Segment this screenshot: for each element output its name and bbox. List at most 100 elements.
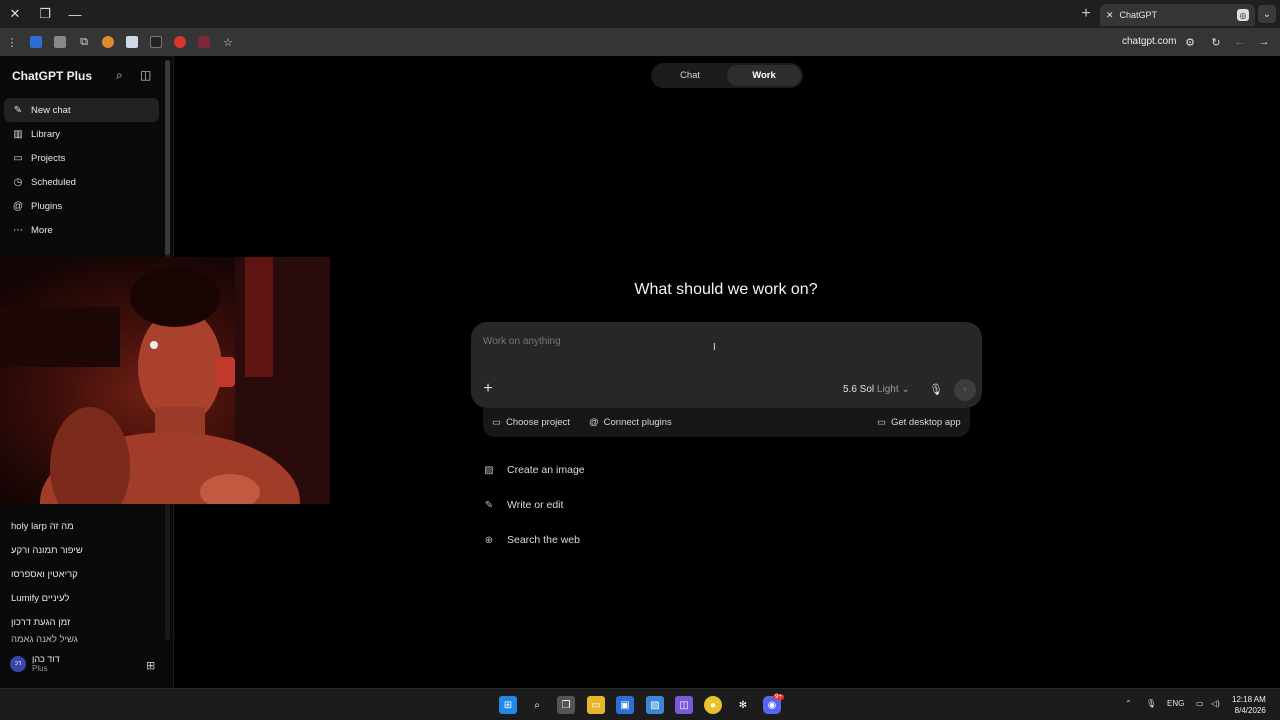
tab-search-icon[interactable]: ⌄	[1258, 5, 1276, 23]
forward-icon[interactable]: →	[1252, 30, 1276, 54]
extension-icon[interactable]	[144, 30, 168, 54]
close-tab-icon[interactable]: ✕	[1106, 10, 1114, 21]
brand-title[interactable]: ChatGPT Plus	[12, 69, 92, 83]
history-item[interactable]: גשיל לאנה גאמה	[11, 634, 161, 646]
edit-icon: ✎	[13, 104, 23, 116]
reload-icon[interactable]: ↻	[1204, 30, 1228, 54]
suggestion-write-edit[interactable]: ✎ Write or edit	[483, 499, 683, 511]
user-name: דוד כהן	[32, 654, 60, 664]
browser-titlebar: ✕ ❐ — + ✕ ChatGPT ◎ ⌄	[0, 0, 1280, 28]
history-item[interactable]: Lumify לעיניים	[11, 586, 161, 610]
search-icon[interactable]: ⌕	[528, 696, 546, 714]
address-bar[interactable]: chatgpt.com	[1122, 36, 1176, 47]
at-icon: @	[589, 417, 599, 428]
history-item[interactable]: קריאטין ואספרסו	[11, 562, 161, 586]
add-attachment-icon[interactable]: +	[481, 380, 495, 398]
chrome-icon[interactable]: ●	[704, 696, 722, 714]
more-icon: ⋯	[13, 224, 23, 236]
extension-icon[interactable]	[192, 30, 216, 54]
history-item[interactable]: זמן הגעת דרכון	[11, 610, 161, 634]
task-view-icon[interactable]: ❐	[557, 696, 575, 714]
chat-history-list: holy larp מה זה שיפור תמונה ורקע קריאטין…	[11, 514, 161, 646]
suggestion-label: Create an image	[507, 464, 585, 476]
avatar: דכ	[10, 655, 26, 672]
sidebar-item-library[interactable]: ▥ Library	[4, 122, 159, 146]
back-icon[interactable]: ←	[1228, 30, 1252, 54]
microphone-icon[interactable]: 🎙	[929, 383, 943, 396]
discord-badge: 9+	[773, 694, 784, 700]
network-icon[interactable]: ▭	[1196, 699, 1204, 708]
tab-work[interactable]: Work	[727, 65, 801, 86]
history-item[interactable]: שיפור תמונה ורקע	[11, 538, 161, 562]
sidebar-item-label: Library	[31, 128, 61, 140]
sidebar-item-more[interactable]: ⋯ More	[4, 218, 159, 242]
photos-icon[interactable]: ▨	[646, 696, 664, 714]
tray-overflow-icon[interactable]: ⌃	[1125, 699, 1132, 708]
sidebar-item-projects[interactable]: ▭ Projects	[4, 146, 159, 170]
folder-icon: ▭	[492, 417, 501, 428]
bookmark-star-icon[interactable]: ☆	[216, 30, 240, 54]
sidebar-item-scheduled[interactable]: ◷ Scheduled	[4, 170, 159, 194]
sidebar-item-label: More	[31, 224, 53, 236]
mode-switch: Chat Work	[651, 63, 803, 88]
file-explorer-icon[interactable]: ▭	[587, 696, 605, 714]
extension-icon[interactable]	[48, 30, 72, 54]
restore-window-icon[interactable]: ❐	[30, 0, 60, 28]
extensions-puzzle-icon[interactable]: ⧉	[72, 30, 96, 54]
chevron-down-icon: ⌄	[901, 384, 910, 395]
sidebar-scrollbar-thumb[interactable]	[165, 60, 170, 255]
clock-icon: ◷	[13, 176, 23, 188]
clock[interactable]: 12:18 AM 8/4/2026	[1232, 694, 1266, 716]
prompt-input[interactable]	[483, 336, 783, 347]
close-window-icon[interactable]: ✕	[0, 0, 30, 28]
microphone-icon[interactable]: 🎙	[1146, 699, 1156, 708]
sidebar-item-plugins[interactable]: @ Plugins	[4, 194, 159, 218]
start-icon[interactable]: ⊞	[499, 696, 517, 714]
model-selector[interactable]: 5.6 Sol Light ⌄	[843, 384, 910, 395]
user-plan: Plus	[32, 664, 48, 673]
connect-plugins-label: Connect plugins	[603, 417, 672, 428]
new-tab-icon[interactable]: +	[1076, 4, 1096, 24]
suggestion-create-image[interactable]: ▨ Create an image	[483, 464, 683, 476]
folder-icon: ▭	[13, 152, 23, 164]
menu-dots-icon[interactable]: ⋮	[0, 30, 24, 54]
extension-icon[interactable]	[168, 30, 192, 54]
connect-plugins-button[interactable]: @ Connect plugins	[589, 417, 672, 428]
choose-project-button[interactable]: ▭ Choose project	[492, 417, 570, 428]
site-settings-icon[interactable]: ⚙	[1178, 30, 1202, 54]
user-profile[interactable]: דכ דוד כהן Plus	[10, 654, 60, 673]
webcam-image	[0, 257, 330, 504]
tab-favicon-icon: ◎	[1237, 9, 1249, 21]
send-button[interactable]: ↑	[954, 379, 976, 401]
extension-icon[interactable]	[120, 30, 144, 54]
tab-chat[interactable]: Chat	[653, 65, 727, 86]
get-desktop-app-button[interactable]: ▭ Get desktop app	[877, 417, 961, 428]
tab-title: ChatGPT	[1119, 10, 1158, 20]
language-indicator[interactable]: ENG	[1167, 699, 1184, 708]
volume-icon[interactable]: ◁)	[1211, 699, 1220, 708]
extension-icon[interactable]	[96, 30, 120, 54]
extension-icon[interactable]	[24, 30, 48, 54]
suggestion-search-web[interactable]: ⊕ Search the web	[483, 534, 683, 546]
sidebar-item-label: Scheduled	[31, 176, 76, 188]
minimize-window-icon[interactable]: —	[60, 0, 90, 28]
composer: + 5.6 Sol Light ⌄ 🎙 ↑	[471, 322, 982, 408]
sidebar-item-new-chat[interactable]: ✎ New chat	[4, 98, 159, 122]
chatgpt-app-icon[interactable]: ✻	[734, 696, 752, 714]
time: 12:18 AM	[1232, 695, 1266, 704]
workspace-icon[interactable]: ⊞	[146, 659, 155, 672]
store-icon[interactable]: ▣	[616, 696, 634, 714]
model-name: 5.6 Sol	[843, 384, 875, 395]
composer-options-bar: ▭ Choose project @ Connect plugins ▭ Get…	[483, 408, 970, 437]
browser-toolbar: ⋮ ⧉ ☆ chatgpt.com ⚙ ↻ ← →	[0, 28, 1280, 56]
browser-tab[interactable]: ✕ ChatGPT ◎	[1100, 4, 1255, 26]
model-variant: Light	[876, 384, 899, 395]
app-icon[interactable]: ◫	[675, 696, 693, 714]
history-item[interactable]: holy larp מה זה	[11, 514, 161, 538]
sidebar-toggle-icon[interactable]: ◫	[140, 68, 151, 82]
date: 8/4/2026	[1234, 706, 1266, 715]
globe-icon: ⊕	[484, 534, 494, 546]
page-title: What should we work on?	[634, 281, 818, 298]
sidebar-item-label: New chat	[31, 104, 71, 116]
search-icon[interactable]: ⌕	[116, 68, 123, 83]
